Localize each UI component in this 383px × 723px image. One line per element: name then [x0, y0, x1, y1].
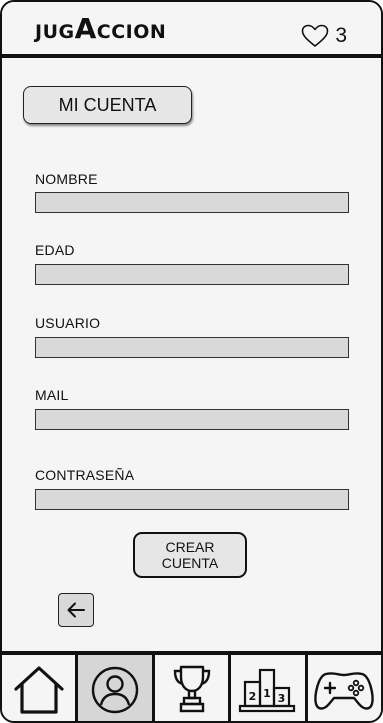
password-input[interactable] — [35, 489, 349, 510]
podium-label-third: 3 — [278, 692, 286, 705]
bottom-navigation: 2 1 3 — [2, 651, 381, 721]
logo-text-part3: CCION — [96, 21, 167, 43]
username-label: USUARIO — [35, 315, 101, 331]
nav-profile[interactable] — [78, 655, 155, 721]
likes-count: 3 — [335, 24, 347, 47]
podium-icon: 2 1 3 — [238, 668, 296, 713]
create-account-line1: CREAR — [165, 539, 215, 555]
nav-home[interactable] — [2, 655, 79, 721]
nav-ranking[interactable]: 2 1 3 — [231, 655, 308, 721]
name-input[interactable] — [35, 192, 349, 213]
nav-games[interactable] — [308, 655, 381, 721]
logo-text-part1: JUG — [35, 21, 75, 43]
email-label: MAIL — [35, 387, 69, 403]
nav-trophies[interactable] — [155, 655, 232, 721]
trophy-icon — [173, 665, 210, 713]
user-icon — [91, 666, 139, 714]
app-frame: JUGACCION 3 MI CUENTA NOMBRE EDAD USUARI… — [0, 0, 383, 723]
create-account-button[interactable]: CREAR CUENTA — [133, 532, 247, 578]
username-input[interactable] — [35, 337, 349, 358]
password-label: CONTRASEÑA — [35, 467, 135, 483]
email-input[interactable] — [35, 409, 349, 430]
age-input[interactable] — [35, 264, 349, 285]
home-icon — [14, 666, 64, 714]
podium-label-second: 2 — [249, 690, 257, 703]
podium-label-first: 1 — [263, 687, 271, 700]
app-header: JUGACCION 3 — [2, 2, 381, 58]
my-account-button[interactable]: MI CUENTA — [23, 86, 192, 124]
app-logo[interactable]: JUGACCION — [35, 15, 167, 45]
create-account-line2: CUENTA — [161, 555, 219, 571]
back-button[interactable] — [58, 593, 94, 627]
age-label: EDAD — [35, 242, 75, 258]
arrow-left-icon — [67, 602, 85, 618]
name-label: NOMBRE — [35, 171, 98, 187]
likes-counter[interactable]: 3 — [301, 23, 347, 49]
gamepad-icon — [314, 672, 375, 710]
logo-text-part2: A — [74, 12, 97, 45]
heart-icon — [302, 24, 329, 47]
